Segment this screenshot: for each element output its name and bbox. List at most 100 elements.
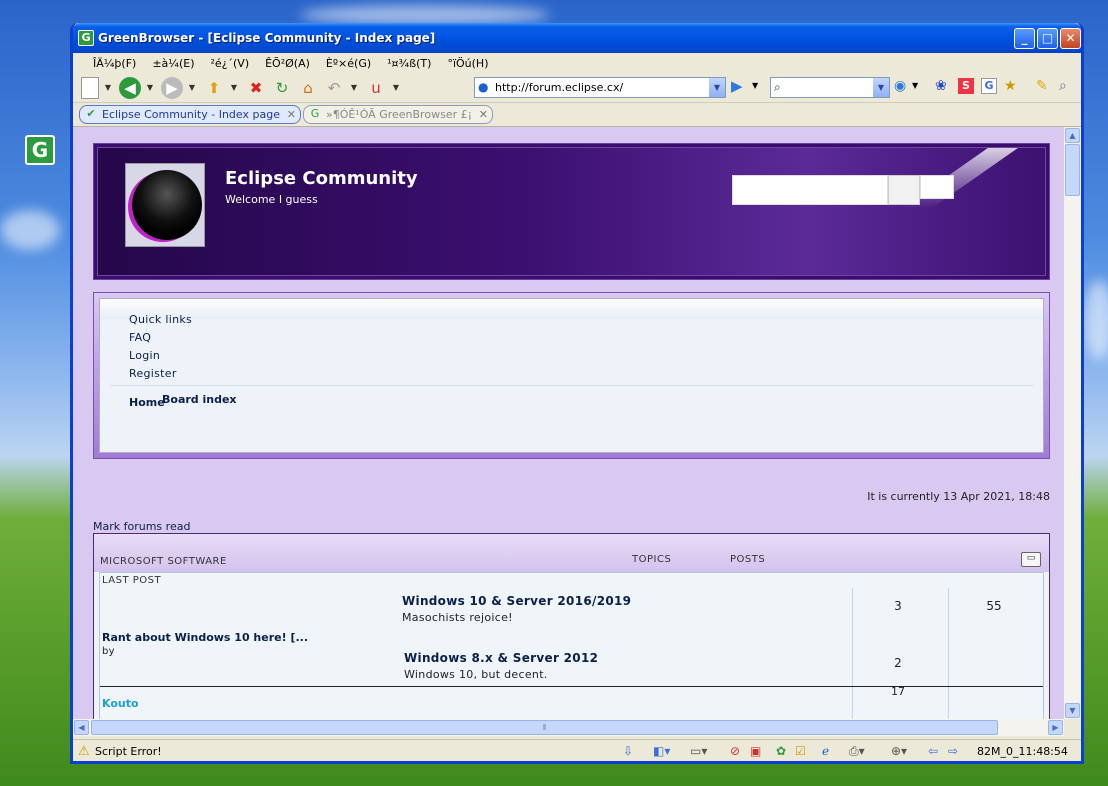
collapse-button[interactable]: ▭ bbox=[1021, 552, 1041, 567]
scroll-up-arrow[interactable]: ▲ bbox=[1065, 128, 1080, 143]
last-post-title[interactable]: Rant about Windows 10 here! [... bbox=[102, 631, 308, 644]
flash-icon[interactable]: ✿ bbox=[776, 744, 786, 758]
menu-tools[interactable]: ¹¤¾ß(T) bbox=[379, 57, 439, 70]
nav-login[interactable]: Login bbox=[129, 349, 160, 362]
forum-category: MICROSOFT SOFTWARE TOPICS POSTS ▭ LAST P… bbox=[93, 533, 1050, 719]
scroll-left-arrow[interactable]: ◀ bbox=[74, 720, 89, 735]
title-bar[interactable]: G GreenBrowser - [Eclipse Community - In… bbox=[73, 23, 1081, 53]
forum-posts-count: 55 bbox=[986, 599, 1002, 613]
menu-groups[interactable]: Èº×é(G) bbox=[318, 57, 379, 70]
menu-edit[interactable]: ±à¼­(E) bbox=[144, 57, 202, 70]
find-icon[interactable]: ⌕ bbox=[1059, 78, 1067, 94]
go-icon[interactable]: ▶ bbox=[731, 77, 743, 95]
undo-close-icon[interactable]: ↶ bbox=[323, 77, 345, 99]
chevron-down-icon[interactable]: ▼ bbox=[709, 78, 725, 97]
site-logo[interactable] bbox=[125, 163, 205, 247]
zoom-icon[interactable]: ⊕▾ bbox=[891, 744, 907, 758]
chevron-down-icon[interactable]: ▼ bbox=[752, 81, 758, 90]
scroll-right-arrow[interactable]: ▶ bbox=[1048, 720, 1063, 735]
scroll-thumb[interactable] bbox=[1065, 144, 1080, 196]
check-icon[interactable]: ☑ bbox=[795, 744, 806, 758]
home-icon[interactable]: ⌂ bbox=[297, 77, 319, 99]
nav-register[interactable]: Register bbox=[129, 367, 177, 380]
chevron-down-icon[interactable]: ▼ bbox=[391, 77, 401, 99]
chevron-down-icon[interactable]: ▼ bbox=[187, 77, 197, 99]
warning-icon[interactable]: ⚠ bbox=[78, 744, 90, 759]
refresh-icon[interactable]: ↻ bbox=[271, 77, 293, 99]
close-tab-icon[interactable]: ✕ bbox=[287, 106, 296, 123]
close-button[interactable]: ✕ bbox=[1060, 28, 1081, 49]
new-page-icon[interactable] bbox=[81, 76, 99, 99]
greenbrowser-desktop-icon[interactable]: G bbox=[25, 135, 55, 165]
navbar-strip bbox=[100, 299, 1043, 319]
forward-icon[interactable]: ⇨ bbox=[948, 744, 958, 758]
address-bar[interactable]: ● http://forum.eclipse.cx/ ▼ bbox=[474, 77, 726, 98]
forum-title[interactable]: Windows 8.x & Server 2012 bbox=[404, 651, 598, 665]
chevron-down-icon[interactable]: ▼ bbox=[145, 77, 155, 99]
site-header: Eclipse Community Welcome I guess bbox=[93, 143, 1050, 280]
chevron-down-icon[interactable]: ▼ bbox=[103, 77, 113, 99]
breadcrumb-board-index[interactable]: Board index bbox=[162, 393, 237, 406]
category-name[interactable]: MICROSOFT SOFTWARE bbox=[100, 556, 227, 567]
search-input[interactable]: ⌕ ▼ bbox=[770, 77, 890, 98]
blocker-icon[interactable]: ⊘ bbox=[730, 744, 740, 758]
download-icon[interactable]: ⇩ bbox=[623, 744, 633, 758]
up-folder-icon[interactable]: ⬆ bbox=[203, 77, 225, 99]
window-icon[interactable]: ▭▾ bbox=[690, 744, 707, 758]
menu-view[interactable]: ²é¿´(V) bbox=[202, 57, 257, 70]
tab-eclipse-community[interactable]: ✔ Eclipse Community - Index page ✕ bbox=[79, 105, 301, 124]
chevron-down-icon[interactable]: ▼ bbox=[349, 77, 359, 99]
popup-icon[interactable]: ▣ bbox=[750, 744, 761, 758]
search-icon: ⌕ bbox=[774, 80, 781, 94]
close-tab-icon[interactable]: ✕ bbox=[479, 106, 488, 123]
menu-favorites[interactable]: ÊÕ²Ø(A) bbox=[257, 57, 318, 70]
menu-help[interactable]: °ïÖú(H) bbox=[439, 57, 496, 70]
stop-icon[interactable]: ✖ bbox=[245, 77, 267, 99]
divider bbox=[111, 385, 1033, 386]
last-post-user[interactable]: Kouto bbox=[102, 697, 139, 710]
mark-forums-read-link[interactable]: Mark forums read bbox=[93, 520, 190, 533]
highlight-icon[interactable]: ✎ bbox=[1036, 78, 1048, 94]
baidu-paw-icon[interactable]: ❀ bbox=[935, 78, 947, 94]
nav-faq[interactable]: FAQ bbox=[129, 331, 151, 344]
forum-title[interactable]: Windows 10 & Server 2016/2019 bbox=[402, 594, 631, 608]
favorite-add-icon[interactable]: ★ bbox=[1004, 78, 1017, 94]
ie-icon[interactable]: ℯ bbox=[822, 744, 829, 758]
google-icon[interactable]: G bbox=[981, 78, 997, 94]
minimize-button[interactable]: _ bbox=[1014, 28, 1035, 49]
vertical-scrollbar[interactable]: ▲ ▼ bbox=[1064, 127, 1081, 719]
address-text: http://forum.eclipse.cx/ bbox=[495, 81, 624, 94]
quick-links[interactable]: Quick links bbox=[129, 313, 192, 326]
back-icon[interactable]: ◀ bbox=[119, 76, 141, 99]
back-icon[interactable]: ⇦ bbox=[928, 744, 938, 758]
col-posts: POSTS bbox=[730, 554, 766, 565]
scroll-thumb[interactable]: ⦀ bbox=[91, 720, 998, 735]
cloud bbox=[300, 5, 550, 25]
chevron-down-icon[interactable]: ▼ bbox=[912, 81, 918, 90]
breadcrumb-home[interactable]: Home bbox=[129, 396, 165, 409]
status-text[interactable]: Script Error! bbox=[95, 745, 162, 758]
maximize-button[interactable]: □ bbox=[1037, 28, 1058, 49]
split-icon[interactable]: ◧▾ bbox=[653, 744, 670, 758]
header-advanced-search-button[interactable] bbox=[920, 175, 954, 199]
chevron-down-icon[interactable]: ▼ bbox=[229, 77, 239, 99]
forum-topics-count: 17 bbox=[891, 685, 905, 698]
forum-description: Masochists rejoice! bbox=[402, 611, 513, 624]
logo-orb bbox=[132, 170, 202, 240]
horizontal-scrollbar[interactable]: ◀ ⦀ ▶ bbox=[73, 719, 1064, 736]
chevron-down-icon[interactable]: ▼ bbox=[873, 78, 889, 97]
menu-file[interactable]: ÎÄ¼þ(F) bbox=[85, 57, 144, 70]
scroll-down-arrow[interactable]: ▼ bbox=[1065, 703, 1080, 718]
header-search-button[interactable] bbox=[888, 175, 920, 205]
check-icon: ✔ bbox=[86, 107, 96, 120]
site-description: Welcome I guess bbox=[225, 193, 318, 206]
tab-welcome[interactable]: G »¶Ó­Ê¹ÓÃ GreenBrowser £¡ ✕ bbox=[302, 105, 493, 124]
cloud bbox=[1084, 280, 1108, 360]
sogou-icon[interactable]: S bbox=[958, 78, 974, 94]
search-engine-icon[interactable]: ◉ bbox=[894, 78, 906, 94]
header-search-input[interactable] bbox=[732, 175, 888, 205]
divider bbox=[948, 588, 949, 719]
forward-icon[interactable]: ▶ bbox=[161, 76, 183, 99]
print-icon[interactable]: ⎙▾ bbox=[849, 744, 865, 759]
utility-icon[interactable]: u bbox=[365, 77, 387, 99]
